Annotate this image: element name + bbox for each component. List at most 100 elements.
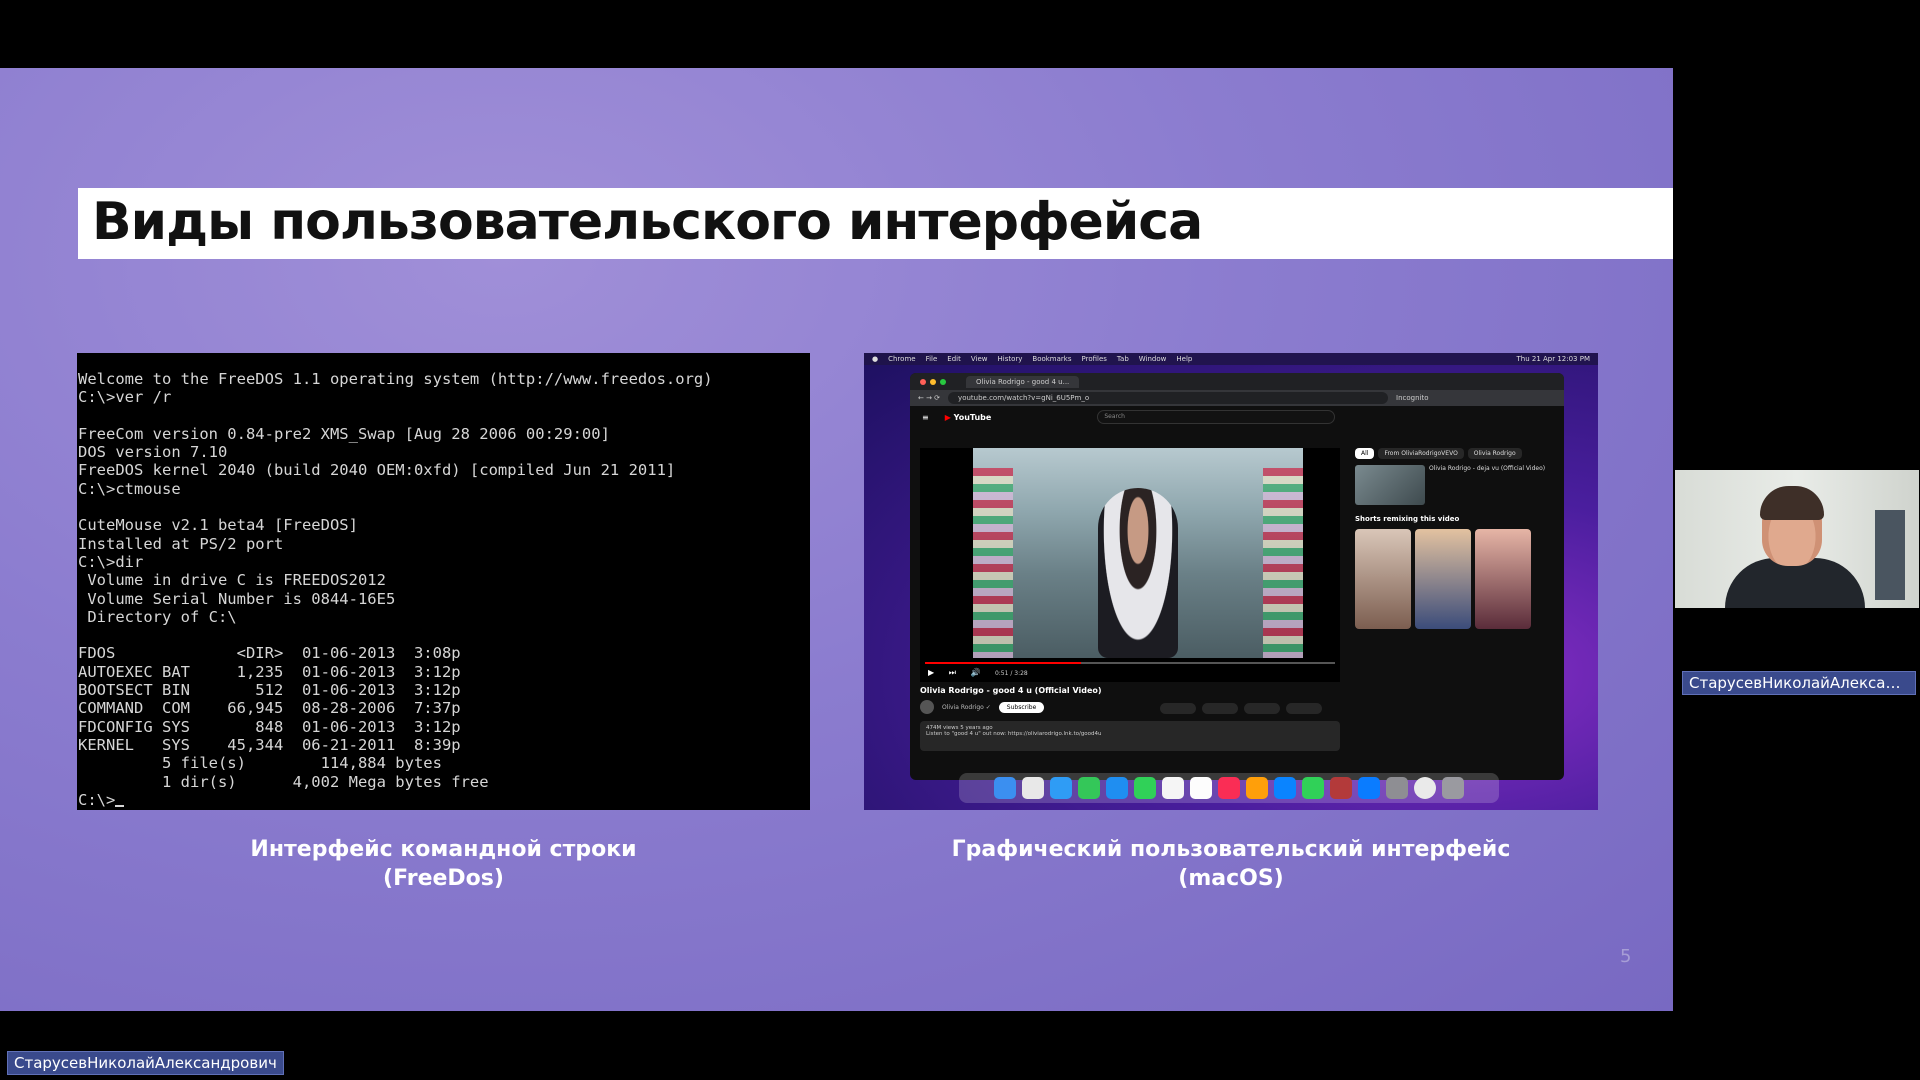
player-controls: ▶ ⏭ 🔊 0:51 / 3:28 xyxy=(928,668,1028,677)
like-button xyxy=(1160,703,1196,714)
terminal-prompt: C:\> xyxy=(77,791,713,809)
terminal-line: FreeDOS kernel 2040 (build 2040 OEM:0xfd… xyxy=(78,461,676,480)
freedos-terminal-screenshot: Welcome to the FreeDOS 1.1 operating sys… xyxy=(77,353,810,810)
url-field: youtube.com/watch?v=gNi_6U5Pm_o xyxy=(948,392,1389,404)
safari-icon xyxy=(1050,777,1072,799)
gui-caption-line1: Графический пользовательский интерфейс xyxy=(951,837,1511,862)
calendar-icon xyxy=(1162,777,1184,799)
close-dot-icon xyxy=(920,378,926,385)
shorts-heading: Shorts remixing this video xyxy=(1355,515,1460,523)
apple-icon: ● xyxy=(872,355,879,363)
notes-icon xyxy=(1190,777,1212,799)
channel-avatar xyxy=(920,700,934,714)
terminal-line: Volume in drive C is FREEDOS2012 xyxy=(78,571,386,590)
video-desc-line: Listen to "good 4 u" out now: https://ol… xyxy=(926,731,1102,737)
cli-caption-line1: Интерфейс командной строки xyxy=(250,837,637,862)
mac-menubar: ● Chrome File Edit View History Bookmark… xyxy=(864,353,1598,365)
youtube-logo-text: YouTube xyxy=(953,412,992,422)
mail-icon xyxy=(1106,777,1128,799)
incognito-label: Incognito xyxy=(1396,394,1429,402)
address-bar: ← → ⟳ youtube.com/watch?v=gNi_6U5Pm_o In… xyxy=(910,390,1564,406)
facetime-icon xyxy=(1134,777,1156,799)
dislike-button xyxy=(1202,703,1238,714)
speaker-name-tag: СтарусевНиколайАлексан... xyxy=(1682,671,1916,695)
terminal-output: Welcome to the FreeDOS 1.1 operating sys… xyxy=(77,370,713,809)
youtube-header: ≡ ▶ YouTube Search xyxy=(910,406,1564,428)
short-thumb xyxy=(1415,529,1471,629)
numbers-icon xyxy=(1302,777,1324,799)
video-description: 474M views 5 years ago Listen to "good 4… xyxy=(920,721,1340,751)
terminal-line: C:\>dir xyxy=(78,552,144,571)
download-button xyxy=(1286,703,1322,714)
tab-strip: Olivia Rodrigo - good 4 u... xyxy=(910,373,1564,390)
cli-caption: Интерфейс командной строки (FreeDos) xyxy=(77,835,810,893)
video-player: ▶ ⏭ 🔊 0:51 / 3:28 xyxy=(920,448,1340,682)
finder-icon xyxy=(994,777,1016,799)
menu-bookmarks: Bookmarks xyxy=(1032,355,1072,363)
recommendations-panel: All From OliviaRodrigoVEVO Olivia Rodrig… xyxy=(1355,448,1555,778)
terminal-line: COMMAND COM 66,945 08-28-2006 7:37p xyxy=(78,699,461,718)
video-actions xyxy=(1160,703,1322,714)
filter-chips: All From OliviaRodrigoVEVO Olivia Rodrig… xyxy=(1355,448,1555,459)
terminal-line: Installed at PS/2 port xyxy=(78,534,284,553)
music-icon xyxy=(1218,777,1240,799)
terminal-line: Welcome to the FreeDOS 1.1 operating sys… xyxy=(78,370,713,388)
menu-file: File xyxy=(925,355,938,363)
settings-icon xyxy=(1386,777,1408,799)
singer-figure xyxy=(1098,488,1178,658)
slide-title: Виды пользовательского интерфейса xyxy=(92,192,1203,252)
terminal-line: DOS version 7.10 xyxy=(78,443,228,462)
terminal-line: FreeCom version 0.84-pre2 XMS_Swap [Aug … xyxy=(78,424,610,443)
mac-dock xyxy=(959,773,1499,803)
nav-arrows-icon: ← → ⟳ xyxy=(918,394,941,402)
self-name-tag: СтарусевНиколайАлександрович xyxy=(7,1051,284,1075)
app-store-icon xyxy=(1358,777,1380,799)
menu-help: Help xyxy=(1176,355,1193,363)
menu-icon: ≡ xyxy=(922,412,929,422)
video-frame xyxy=(973,448,1303,658)
speaker-video-tile[interactable] xyxy=(1675,470,1919,608)
terminal-line: AUTOEXEC BAT 1,235 01-06-2013 3:12p xyxy=(78,662,461,681)
youtube-search: Search xyxy=(1097,410,1336,424)
messages-icon xyxy=(1078,777,1100,799)
subscribe-button: Subscribe xyxy=(998,701,1045,713)
recommended-video: Olivia Rodrigo - deja vu (Official Video… xyxy=(1355,465,1555,505)
store-shelf-right xyxy=(1263,468,1303,658)
chrome-window: Olivia Rodrigo - good 4 u... ← → ⟳ youtu… xyxy=(910,373,1564,780)
shorts-row xyxy=(1355,529,1555,629)
trash-icon xyxy=(1442,777,1464,799)
presentation-slide: Виды пользовательского интерфейса Welcom… xyxy=(0,68,1673,1011)
macos-screenshot: ● Chrome File Edit View History Bookmark… xyxy=(864,353,1598,810)
terminal-line: CuteMouse v2.1 beta4 [FreeDOS] xyxy=(78,516,358,535)
rec-title: Olivia Rodrigo - deja vu (Official Video… xyxy=(1429,465,1546,472)
video-progress xyxy=(925,662,1335,664)
chip-channel: From OliviaRodrigoVEVO xyxy=(1378,448,1464,459)
cli-caption-line2: (FreeDos) xyxy=(383,866,504,891)
terminal-line: Directory of C:\ xyxy=(78,607,237,626)
channel-row: Olivia Rodrigo ✓ Subscribe xyxy=(920,700,1045,714)
gui-caption: Графический пользовательский интерфейс (… xyxy=(864,835,1598,893)
gui-caption-line2: (macOS) xyxy=(1178,866,1284,891)
menu-view: View xyxy=(970,355,988,363)
menu-history: History xyxy=(997,355,1023,363)
terminal-line: FDCONFIG SYS 848 01-06-2013 3:12p xyxy=(78,717,461,736)
chip-artist: Olivia Rodrigo xyxy=(1467,448,1522,459)
dictionary-icon xyxy=(1330,777,1352,799)
menu-edit: Edit xyxy=(947,355,961,363)
menu-profiles: Profiles xyxy=(1081,355,1107,363)
terminal-line: FDOS <DIR> 01-06-2013 3:08p xyxy=(78,644,461,663)
chrome-icon xyxy=(1414,777,1436,799)
menu-chrome: Chrome xyxy=(888,355,916,363)
terminal-line: 5 file(s) 114,884 bytes xyxy=(78,754,442,773)
video-time: 0:51 / 3:28 xyxy=(994,670,1028,677)
channel-name: Olivia Rodrigo ✓ xyxy=(942,703,991,711)
chip-all: All xyxy=(1355,448,1375,459)
short-thumb xyxy=(1475,529,1531,629)
terminal-line: 1 dir(s) 4,002 Mega bytes free xyxy=(78,772,489,791)
menu-tab: Tab xyxy=(1116,355,1129,363)
title-bar: Виды пользовательского интерфейса xyxy=(78,188,1673,259)
pages-icon xyxy=(1246,777,1268,799)
